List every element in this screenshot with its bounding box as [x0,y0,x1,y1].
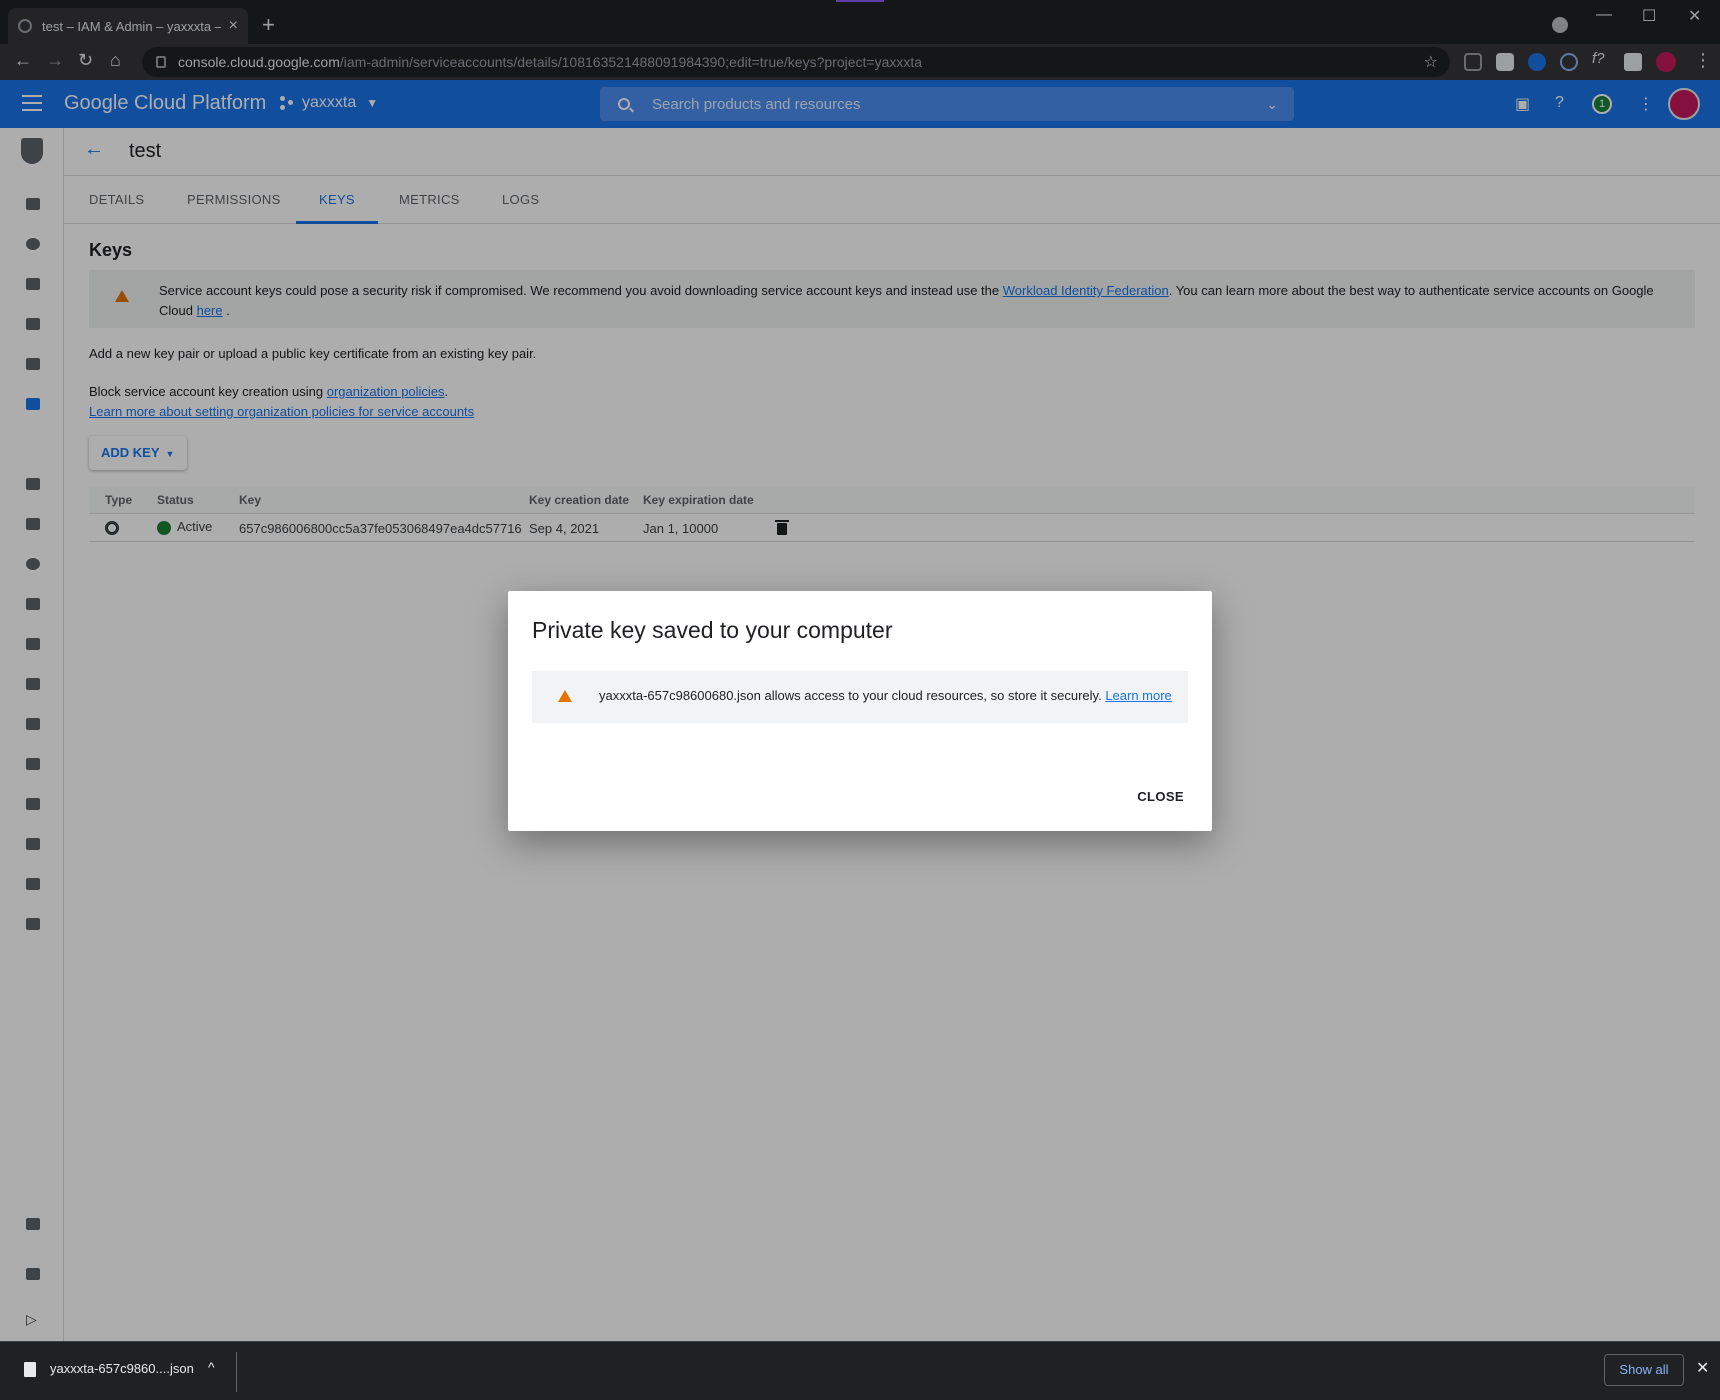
file-icon [24,1362,36,1377]
download-shelf: yaxxxta-657c9860....json ^ Show all ✕ [0,1341,1720,1400]
close-button[interactable]: CLOSE [1137,789,1184,804]
download-filename[interactable]: yaxxxta-657c9860....json [50,1361,194,1376]
shelf-divider [236,1352,237,1392]
learn-more-link[interactable]: Learn more [1105,688,1171,703]
close-shelf-icon[interactable]: ✕ [1696,1358,1709,1378]
warning-icon [558,690,572,702]
dialog-message-text: yaxxxta-657c98600680.json allows access … [599,688,1102,703]
dialog-warning-box: yaxxxta-657c98600680.json allows access … [532,671,1188,723]
dialog-message: yaxxxta-657c98600680.json allows access … [599,688,1172,703]
private-key-dialog: Private key saved to your computer yaxxx… [508,591,1212,831]
show-all-button[interactable]: Show all [1604,1354,1684,1386]
dialog-title: Private key saved to your computer [532,617,893,643]
chevron-up-icon[interactable]: ^ [208,1359,215,1375]
